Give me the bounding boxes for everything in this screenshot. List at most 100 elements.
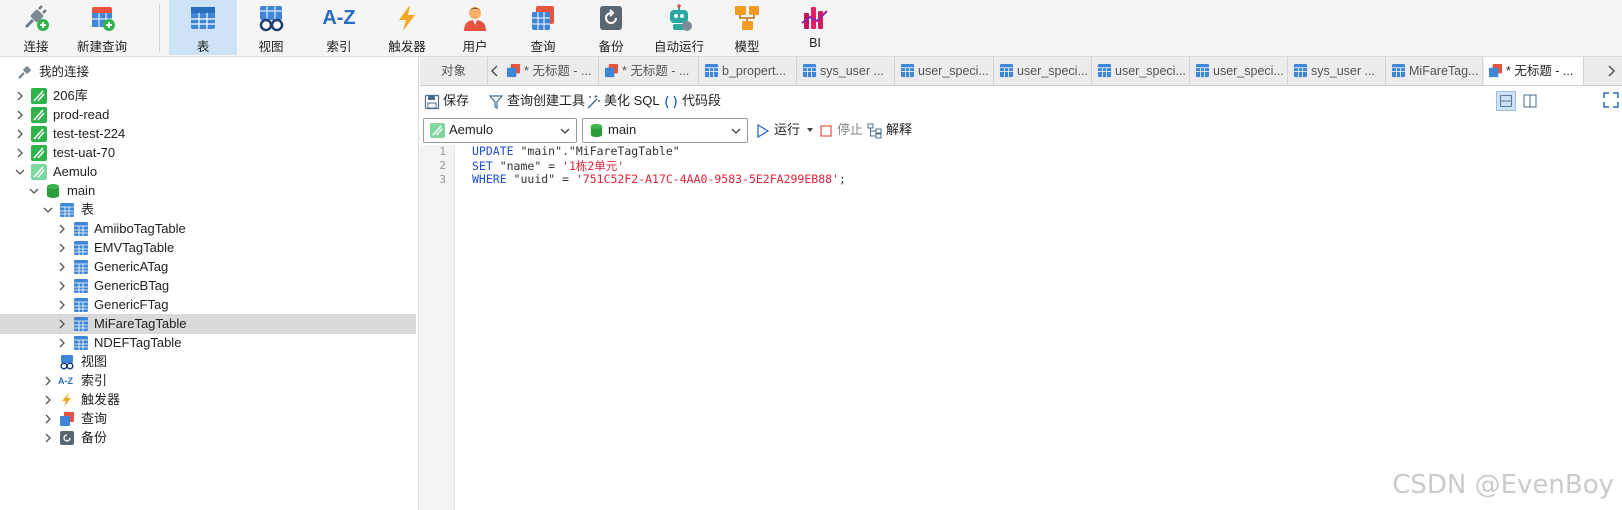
tab-label: user_speci...	[1115, 64, 1186, 78]
view-label: 视图	[258, 40, 284, 54]
tree-group-label: 查询	[81, 411, 108, 426]
tab-query[interactable]: * 无标题 - ...	[502, 57, 599, 85]
table-icon	[74, 279, 88, 293]
query-icon	[604, 63, 619, 78]
tab-scroll-right-icon[interactable]	[1606, 65, 1616, 77]
chevron-right-icon[interactable]	[14, 147, 26, 159]
sql-editor[interactable]: 1 2 3 UPDATE "main"."MiFareTagTable" SET…	[420, 144, 1622, 510]
tab-table[interactable]: sys_user ...	[1289, 57, 1386, 85]
new-query-button[interactable]: 新建查询	[68, 0, 136, 55]
chevron-right-icon[interactable]	[14, 90, 26, 102]
tree-group-label: 触发器	[81, 392, 121, 407]
tab-scroll-left-icon[interactable]	[490, 65, 500, 77]
table-icon	[74, 222, 88, 236]
sqlite-connection-icon	[31, 107, 47, 123]
tree-group-views[interactable]: 视图	[0, 352, 416, 372]
chevron-right-icon[interactable]	[42, 394, 54, 406]
bi-button[interactable]: BI	[781, 0, 849, 55]
tree-connection-test-uat-70[interactable]: test-uat-70	[0, 143, 416, 163]
table-button[interactable]: 表	[169, 0, 237, 55]
index-az-icon: A-Z	[322, 7, 356, 29]
snippet-button[interactable]: 代码段	[663, 91, 721, 111]
tab-table[interactable]: MiFareTag...	[1387, 57, 1483, 85]
connect-button[interactable]: 连接	[2, 0, 70, 55]
backup-button[interactable]: 备份	[577, 0, 645, 55]
chevron-right-icon[interactable]	[42, 413, 54, 425]
chevron-right-icon[interactable]	[14, 109, 26, 121]
fullscreen-icon[interactable]	[1602, 91, 1620, 109]
tree-table-row[interactable]: GenericFTag	[0, 295, 416, 315]
funnel-icon	[488, 94, 504, 109]
view-button[interactable]: 视图	[237, 0, 305, 55]
connection-select-value: Aemulo	[449, 122, 494, 137]
tree-group-label: 表	[81, 202, 95, 217]
chevron-right-icon[interactable]	[42, 375, 54, 387]
tree-table-row[interactable]: NDEFTagTable	[0, 333, 416, 353]
query-button[interactable]: 查询	[509, 0, 577, 55]
chevron-right-icon[interactable]	[56, 299, 68, 311]
stop-button[interactable]: 停止	[818, 120, 863, 140]
chevron-right-icon[interactable]	[42, 432, 54, 444]
tab-query-active[interactable]: * 无标题 - ...	[1484, 57, 1584, 85]
tree-group-backups[interactable]: 备份	[0, 428, 416, 448]
snippet-label: 代码段	[682, 93, 722, 108]
tree-table-row[interactable]: EMVTagTable	[0, 238, 416, 258]
tree-connection-test-test-224[interactable]: test-test-224	[0, 124, 416, 144]
tab-objects[interactable]: 对象	[420, 57, 488, 85]
tree-group-queries[interactable]: 查询	[0, 409, 416, 429]
tree-connection-206[interactable]: 206库	[0, 86, 416, 106]
model-button[interactable]: 模型	[713, 0, 781, 55]
tree-table-row[interactable]: GenericBTag	[0, 276, 416, 296]
save-button[interactable]: 保存	[424, 91, 469, 111]
chevron-down-icon[interactable]	[14, 166, 26, 178]
tab-table[interactable]: user_speci...	[1093, 57, 1190, 85]
main-toolbar: 连接 新建查询 表 视图 A-Z 索引 触发器 用户 查询 备份 自动运行 模型…	[0, 0, 1622, 57]
table-icon	[1195, 63, 1210, 78]
run-options-chevron-icon[interactable]	[806, 126, 814, 134]
tree-database-main[interactable]: main	[0, 181, 416, 201]
tab-table[interactable]: sys_user ...	[798, 57, 895, 85]
tree-group-indexes[interactable]: A-Z 索引	[0, 371, 416, 391]
tree-table-label: AmiiboTagTable	[94, 221, 186, 236]
tree-group-triggers[interactable]: 触发器	[0, 390, 416, 410]
tab-query[interactable]: * 无标题 - ...	[600, 57, 699, 85]
tab-table[interactable]: user_speci...	[896, 57, 994, 85]
chevron-right-icon[interactable]	[56, 261, 68, 273]
tree-table-row[interactable]: GenericATag	[0, 257, 416, 277]
run-button[interactable]: 运行	[755, 120, 800, 140]
chevron-down-icon[interactable]	[42, 204, 54, 216]
index-button[interactable]: A-Z 索引	[305, 0, 373, 55]
tree-group-tables[interactable]: 表	[0, 200, 416, 220]
stop-square-icon	[820, 124, 832, 137]
trigger-button[interactable]: 触发器	[373, 0, 441, 55]
chevron-right-icon[interactable]	[56, 337, 68, 349]
tree-connection-prod-read[interactable]: prod-read	[0, 105, 416, 125]
chevron-right-icon[interactable]	[56, 280, 68, 292]
beautify-sql-button[interactable]: 美化 SQL	[585, 91, 660, 111]
chevron-right-icon[interactable]	[56, 318, 68, 330]
tree-table-label: GenericBTag	[94, 278, 170, 293]
chevron-right-icon[interactable]	[56, 223, 68, 235]
database-select[interactable]: main	[582, 118, 748, 143]
tab-table[interactable]: user_speci...	[995, 57, 1092, 85]
auto-run-button[interactable]: 自动运行	[645, 0, 713, 55]
query-icon	[1488, 63, 1503, 78]
chevron-down-icon[interactable]	[28, 185, 40, 197]
tree-table-row[interactable]: AmiiboTagTable	[0, 219, 416, 239]
tree-table-row-selected[interactable]: MiFareTagTable	[0, 314, 416, 334]
tab-table[interactable]: user_speci...	[1191, 57, 1288, 85]
layout-split-horizontal-icon[interactable]	[1496, 91, 1516, 111]
tree-header[interactable]: 我的连接	[0, 62, 416, 82]
tree-table-label: MiFareTagTable	[94, 316, 187, 331]
tree-connection-aemulo[interactable]: Aemulo	[0, 162, 416, 182]
chevron-right-icon[interactable]	[14, 128, 26, 140]
table-label: 表	[196, 40, 210, 54]
explain-button[interactable]: 解释	[867, 120, 912, 140]
query-builder-button[interactable]: 查询创建工具	[488, 91, 585, 111]
query-action-bar: 保存 查询创建工具 美化 SQL 代码段	[420, 87, 1622, 115]
tab-table[interactable]: b_propert...	[700, 57, 797, 85]
connection-select[interactable]: Aemulo	[423, 118, 577, 143]
user-button[interactable]: 用户	[441, 0, 509, 55]
layout-split-vertical-icon[interactable]	[1520, 91, 1540, 111]
chevron-right-icon[interactable]	[56, 242, 68, 254]
